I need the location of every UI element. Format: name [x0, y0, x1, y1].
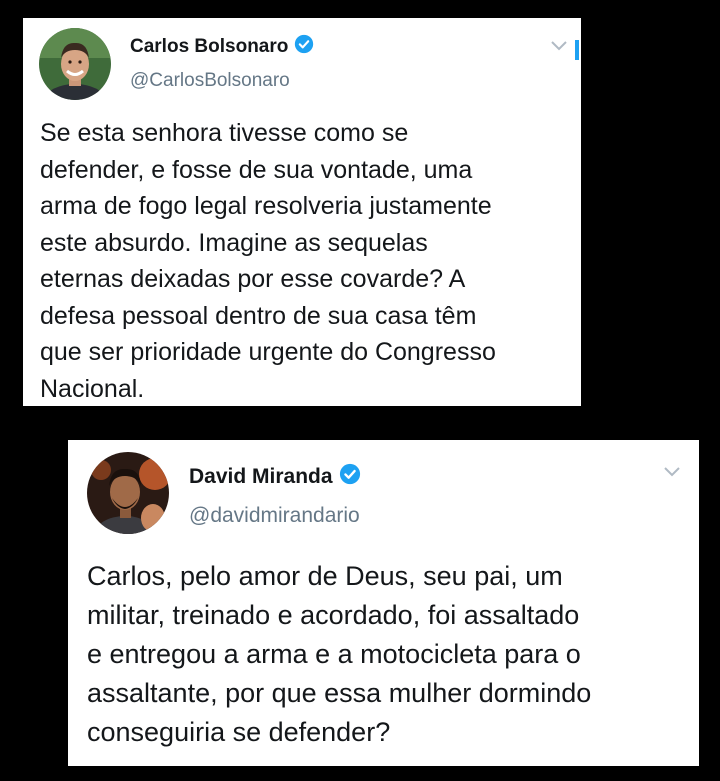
- profile-photo-icon: [87, 452, 169, 534]
- display-name-text: Carlos Bolsonaro: [130, 36, 289, 57]
- chevron-down-icon[interactable]: [551, 38, 567, 56]
- verified-badge-icon: [339, 463, 361, 491]
- avatar[interactable]: [39, 28, 111, 100]
- chevron-down-icon[interactable]: [664, 464, 680, 482]
- tweet-text: Carlos, pelo amor de Deus, seu pai, um m…: [87, 561, 592, 747]
- display-name[interactable]: David Miranda: [189, 463, 361, 491]
- tweet-card-carlos[interactable]: Carlos Bolsonaro @CarlosBolsonaro Se est…: [23, 18, 581, 406]
- avatar[interactable]: [87, 452, 169, 534]
- user-handle[interactable]: @CarlosBolsonaro: [130, 70, 290, 92]
- display-name[interactable]: Carlos Bolsonaro: [130, 34, 314, 60]
- verified-badge-icon: [294, 34, 314, 60]
- user-handle[interactable]: @davidmirandario: [189, 504, 360, 528]
- edge-mark: [575, 40, 579, 60]
- display-name-text: David Miranda: [189, 465, 333, 488]
- tweet-text: Se esta senhora tivesse como se defender…: [40, 119, 496, 403]
- profile-photo-icon: [39, 28, 111, 100]
- tweet-card-david[interactable]: David Miranda @davidmirandario Carlos, p…: [68, 440, 699, 766]
